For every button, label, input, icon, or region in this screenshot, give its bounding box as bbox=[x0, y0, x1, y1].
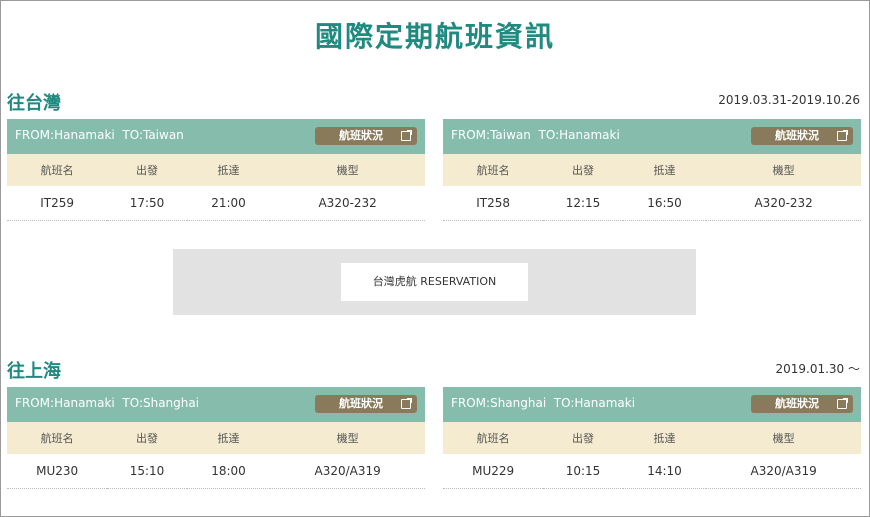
depart-time: 17:50 bbox=[107, 186, 187, 221]
col-header-depart: 出發 bbox=[543, 422, 623, 454]
reservation-banner: 台灣虎航 RESERVATION bbox=[173, 249, 696, 315]
arrive-time: 18:00 bbox=[186, 454, 271, 489]
table-header-row: 航班名 出發 抵達 機型 bbox=[443, 422, 861, 454]
card-header: FROM:Hanamaki TO:Shanghai 航班狀況 bbox=[7, 387, 425, 422]
external-link-icon bbox=[837, 398, 848, 409]
flight-number: MU230 bbox=[7, 454, 108, 489]
flight-status-button[interactable]: 航班狀況 bbox=[315, 395, 417, 413]
route-label: FROM:Taiwan TO:Hanamaki bbox=[451, 128, 620, 142]
aircraft-type: A320-232 bbox=[706, 186, 861, 221]
col-header-depart: 出發 bbox=[543, 154, 623, 186]
flight-table: 航班名 出發 抵達 機型 IT259 17:50 21:00 A320-232 bbox=[7, 154, 425, 221]
depart-time: 12:15 bbox=[543, 186, 623, 221]
flight-status-button[interactable]: 航班狀況 bbox=[315, 127, 417, 145]
col-header-arrive: 抵達 bbox=[622, 154, 707, 186]
flight-card: FROM:Shanghai TO:Hanamaki 航班狀況 航班名 出發 抵達… bbox=[443, 387, 861, 489]
col-header-aircraft: 機型 bbox=[270, 154, 425, 186]
col-header-flight: 航班名 bbox=[443, 422, 544, 454]
col-header-arrive: 抵達 bbox=[186, 154, 271, 186]
flight-number: IT258 bbox=[443, 186, 544, 221]
arrive-time: 14:10 bbox=[622, 454, 707, 489]
aircraft-type: A320/A319 bbox=[706, 454, 861, 489]
status-button-label: 航班狀況 bbox=[339, 129, 383, 142]
external-link-icon bbox=[401, 130, 412, 141]
flight-status-button[interactable]: 航班狀況 bbox=[751, 395, 853, 413]
table-row: MU229 10:15 14:10 A320/A319 bbox=[443, 454, 861, 489]
flight-table: 航班名 出發 抵達 機型 IT258 12:15 16:50 A320-232 bbox=[443, 154, 861, 221]
flight-number: IT259 bbox=[7, 186, 108, 221]
aircraft-type: A320/A319 bbox=[270, 454, 425, 489]
col-header-depart: 出發 bbox=[107, 422, 187, 454]
status-button-label: 航班狀況 bbox=[775, 397, 819, 410]
flight-number: MU229 bbox=[443, 454, 544, 489]
flight-table: 航班名 出發 抵達 機型 MU229 10:15 14:10 A320/A319 bbox=[443, 422, 861, 489]
route-label: FROM:Shanghai TO:Hanamaki bbox=[451, 396, 636, 410]
section-title-taiwan: 往台灣 bbox=[7, 93, 61, 114]
card-header: FROM:Hanamaki TO:Taiwan 航班狀況 bbox=[7, 119, 425, 154]
route-label: FROM:Hanamaki TO:Shanghai bbox=[15, 396, 200, 410]
aircraft-type: A320-232 bbox=[270, 186, 425, 221]
col-header-arrive: 抵達 bbox=[622, 422, 707, 454]
section-date-taiwan: 2019.03.31-2019.10.26 bbox=[718, 93, 860, 107]
col-header-aircraft: 機型 bbox=[706, 422, 861, 454]
table-row: IT259 17:50 21:00 A320-232 bbox=[7, 186, 425, 221]
depart-time: 10:15 bbox=[543, 454, 623, 489]
reservation-button[interactable]: 台灣虎航 RESERVATION bbox=[341, 263, 528, 301]
card-header: FROM:Shanghai TO:Hanamaki 航班狀況 bbox=[443, 387, 861, 422]
external-link-icon bbox=[401, 398, 412, 409]
col-header-flight: 航班名 bbox=[443, 154, 544, 186]
section-date-shanghai: 2019.01.30 ～ bbox=[775, 362, 860, 376]
card-header: FROM:Taiwan TO:Hanamaki 航班狀況 bbox=[443, 119, 861, 154]
page-title: 國際定期航班資訊 bbox=[314, 20, 555, 53]
arrive-time: 21:00 bbox=[186, 186, 271, 221]
page-frame: 國際定期航班資訊 往台灣 2019.03.31-2019.10.26 FROM:… bbox=[0, 0, 870, 517]
flight-table: 航班名 出發 抵達 機型 MU230 15:10 18:00 A320/A319 bbox=[7, 422, 425, 489]
col-header-aircraft: 機型 bbox=[270, 422, 425, 454]
flight-card: FROM:Hanamaki TO:Shanghai 航班狀況 航班名 出發 抵達… bbox=[7, 387, 425, 489]
table-header-row: 航班名 出發 抵達 機型 bbox=[443, 154, 861, 186]
arrive-time: 16:50 bbox=[622, 186, 707, 221]
table-row: MU230 15:10 18:00 A320/A319 bbox=[7, 454, 425, 489]
col-header-aircraft: 機型 bbox=[706, 154, 861, 186]
col-header-depart: 出發 bbox=[107, 154, 187, 186]
external-link-icon bbox=[837, 130, 848, 141]
col-header-arrive: 抵達 bbox=[186, 422, 271, 454]
depart-time: 15:10 bbox=[107, 454, 187, 489]
section-title-shanghai: 往上海 bbox=[7, 361, 61, 382]
col-header-flight: 航班名 bbox=[7, 154, 108, 186]
table-header-row: 航班名 出發 抵達 機型 bbox=[7, 154, 425, 186]
flight-card: FROM:Hanamaki TO:Taiwan 航班狀況 航班名 出發 抵達 機… bbox=[7, 119, 425, 221]
flight-card: FROM:Taiwan TO:Hanamaki 航班狀況 航班名 出發 抵達 機… bbox=[443, 119, 861, 221]
route-label: FROM:Hanamaki TO:Taiwan bbox=[15, 128, 184, 142]
col-header-flight: 航班名 bbox=[7, 422, 108, 454]
status-button-label: 航班狀況 bbox=[775, 129, 819, 142]
status-button-label: 航班狀況 bbox=[339, 397, 383, 410]
table-header-row: 航班名 出發 抵達 機型 bbox=[7, 422, 425, 454]
table-row: IT258 12:15 16:50 A320-232 bbox=[443, 186, 861, 221]
flight-status-button[interactable]: 航班狀況 bbox=[751, 127, 853, 145]
